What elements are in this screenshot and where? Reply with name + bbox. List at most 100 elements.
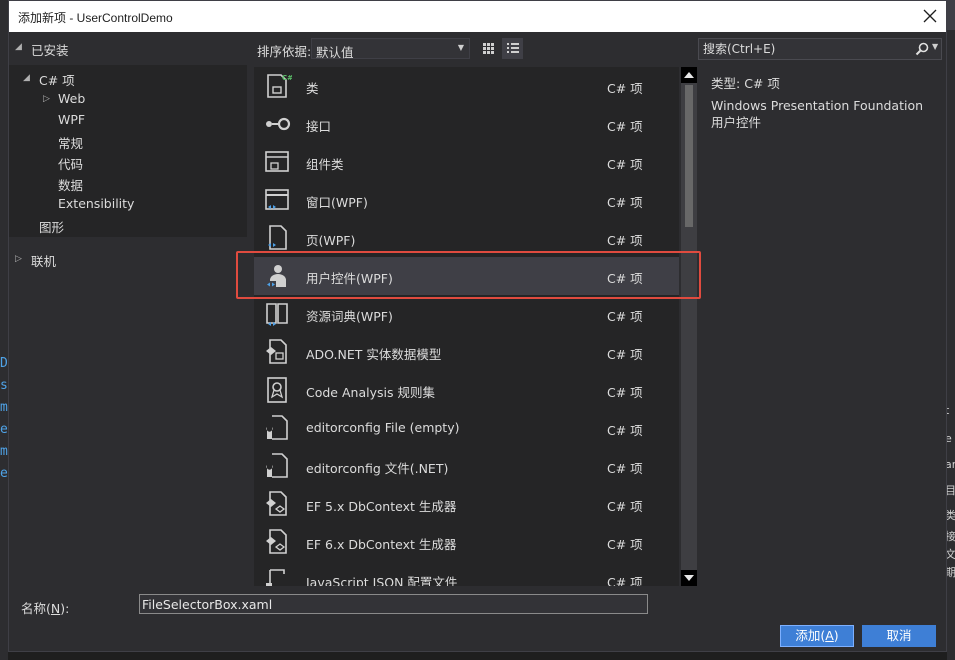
ide-code-glyph: s — [0, 378, 8, 393]
list-view-button[interactable] — [502, 38, 523, 59]
item-language: C# 项 — [607, 271, 643, 286]
search-input[interactable] — [701, 40, 910, 58]
item-language: C# 项 — [607, 195, 643, 210]
wpf-window-icon — [265, 189, 289, 210]
item-language: C# 项 — [607, 309, 643, 324]
scroll-up-icon — [684, 72, 694, 78]
window-title: 添加新项 - UserControlDemo — [18, 11, 173, 25]
item-name: EF 6.x DbContext 生成器 — [306, 537, 457, 552]
item-name: editorconfig File (empty) — [306, 420, 460, 435]
list-item-resource-dictionary[interactable]: 资源词典(WPF) C# 项 — [254, 295, 679, 333]
ide-code-glyph: D — [0, 356, 8, 371]
ide-code-glyph: m — [0, 444, 8, 459]
list-item-wpf-window[interactable]: 窗口(WPF) C# 项 — [254, 181, 679, 219]
add-button[interactable]: 添加(A) — [780, 625, 854, 647]
editorconfig-icon — [266, 453, 288, 478]
item-language: C# 项 — [607, 81, 643, 96]
item-language: C# 项 — [607, 385, 643, 400]
item-language: C# 项 — [607, 499, 643, 514]
list-item-json-config[interactable]: JavaScript JSON 配置文件 C# 项 — [254, 561, 679, 586]
component-class-icon — [265, 151, 289, 172]
expanded-triangle-icon: ◢ — [23, 73, 30, 83]
list-item-editorconfig-dotnet[interactable]: editorconfig 文件(.NET) C# 项 — [254, 447, 679, 485]
ruleset-icon — [267, 377, 287, 403]
editorconfig-icon — [266, 415, 288, 440]
list-scrollbar[interactable] — [681, 67, 697, 586]
list-item-class[interactable]: C# 类 C# 项 — [254, 67, 679, 105]
item-language: C# 项 — [607, 575, 643, 586]
tree-item-wpf[interactable]: WPF — [58, 112, 85, 127]
cancel-button[interactable]: 取消 — [862, 625, 936, 647]
item-name: 页(WPF) — [306, 233, 356, 248]
item-language: C# 项 — [607, 423, 643, 438]
entity-model-icon — [266, 339, 287, 364]
item-name: 接口 — [306, 119, 332, 134]
name-field[interactable] — [139, 594, 648, 614]
item-name: 类 — [306, 81, 319, 96]
tree-item-general[interactable]: 常规 — [58, 133, 83, 152]
item-language: C# 项 — [607, 537, 643, 552]
grid-view-button[interactable] — [478, 38, 499, 59]
interface-icon — [266, 117, 291, 131]
details-description: Windows Presentation Foundation 用户控件 — [711, 98, 924, 130]
list-item-editorconfig-empty[interactable]: editorconfig File (empty) C# 项 — [254, 409, 679, 447]
list-item-component-class[interactable]: 组件类 C# 项 — [254, 143, 679, 181]
item-name: editorconfig 文件(.NET) — [306, 461, 449, 476]
list-view-icon — [507, 43, 519, 53]
scroll-down-icon — [684, 575, 694, 581]
sort-dropdown[interactable]: 默认值 ▼ — [311, 38, 470, 60]
close-button[interactable] — [920, 6, 940, 26]
item-language: C# 项 — [607, 347, 643, 362]
list-item-wpf-page[interactable]: 页(WPF) C# 项 — [254, 219, 679, 257]
tree-item-data[interactable]: 数据 — [58, 175, 83, 194]
resource-dictionary-icon — [266, 303, 288, 326]
user-control-icon — [266, 265, 286, 288]
search-options-arrow-icon[interactable]: ▼ — [932, 42, 938, 51]
details-type: 类型: C# 项 — [711, 73, 780, 92]
tree-item-extensibility[interactable]: Extensibility — [58, 196, 134, 211]
item-name: JavaScript JSON 配置文件 — [306, 575, 458, 586]
sort-label: 排序依据: — [257, 44, 312, 59]
tree-item-code[interactable]: 代码 — [58, 154, 83, 173]
title-bar[interactable]: 添加新项 - UserControlDemo — [9, 1, 946, 32]
add-new-item-dialog: 添加新项 - UserControlDemo ◢ 已安装 ◢ C# 项 ▷ We… — [8, 0, 947, 652]
json-config-icon — [266, 569, 285, 586]
item-name: EF 5.x DbContext 生成器 — [306, 499, 457, 514]
search-box[interactable]: ▼ — [698, 38, 942, 60]
item-language: C# 项 — [607, 233, 643, 248]
details-type-value: C# 项 — [744, 76, 780, 91]
category-panel: ◢ 已安装 ◢ C# 项 ▷ Web WPF 常规 代码 数据 Extensib… — [9, 32, 247, 597]
scroll-up-button[interactable] — [681, 67, 697, 83]
list-item-user-control[interactable]: 用户控件(WPF) C# 项 — [254, 257, 679, 295]
list-item-interface[interactable]: 接口 C# 项 — [254, 105, 679, 143]
tree-item-graphics[interactable]: 图形 — [39, 217, 64, 236]
collapsed-triangle-icon: ▷ — [43, 94, 50, 104]
ide-background-left — [0, 0, 8, 660]
list-item-ruleset[interactable]: Code Analysis 规则集 C# 项 — [254, 371, 679, 409]
scroll-down-button[interactable] — [681, 570, 697, 586]
list-item-ef5-dbcontext[interactable]: EF 5.x DbContext 生成器 C# 项 — [254, 485, 679, 523]
ide-code-glyph: e — [0, 422, 8, 437]
item-name: Code Analysis 规则集 — [306, 385, 435, 400]
name-label: 名称(N): — [21, 601, 70, 616]
list-item-ef6-dbcontext[interactable]: EF 6.x DbContext 生成器 C# 项 — [254, 523, 679, 561]
scroll-thumb[interactable] — [685, 85, 693, 227]
item-language: C# 项 — [607, 157, 643, 172]
ide-code-glyph: m — [0, 400, 8, 415]
grid-view-icon — [483, 43, 494, 54]
template-list[interactable]: C# 类 C# 项 接口 C# 项 组件类 C# 项 窗口(WPF) C# 项 … — [254, 67, 679, 586]
sort-value: 默认值 — [316, 45, 354, 60]
item-language: C# 项 — [607, 461, 643, 476]
expanded-triangle-icon: ◢ — [15, 42, 22, 52]
item-name: 资源词典(WPF) — [306, 309, 393, 324]
item-language: C# 项 — [607, 119, 643, 134]
dbcontext-icon — [266, 529, 287, 554]
search-icon — [915, 42, 929, 56]
dbcontext-icon — [266, 491, 287, 516]
ide-background-right-top — [947, 0, 955, 30]
list-item-entity-model[interactable]: ADO.NET 实体数据模型 C# 项 — [254, 333, 679, 371]
wpf-page-icon — [268, 225, 287, 250]
dropdown-arrow-icon: ▼ — [457, 43, 464, 52]
close-icon — [923, 9, 937, 23]
class-icon: C# — [267, 74, 292, 98]
